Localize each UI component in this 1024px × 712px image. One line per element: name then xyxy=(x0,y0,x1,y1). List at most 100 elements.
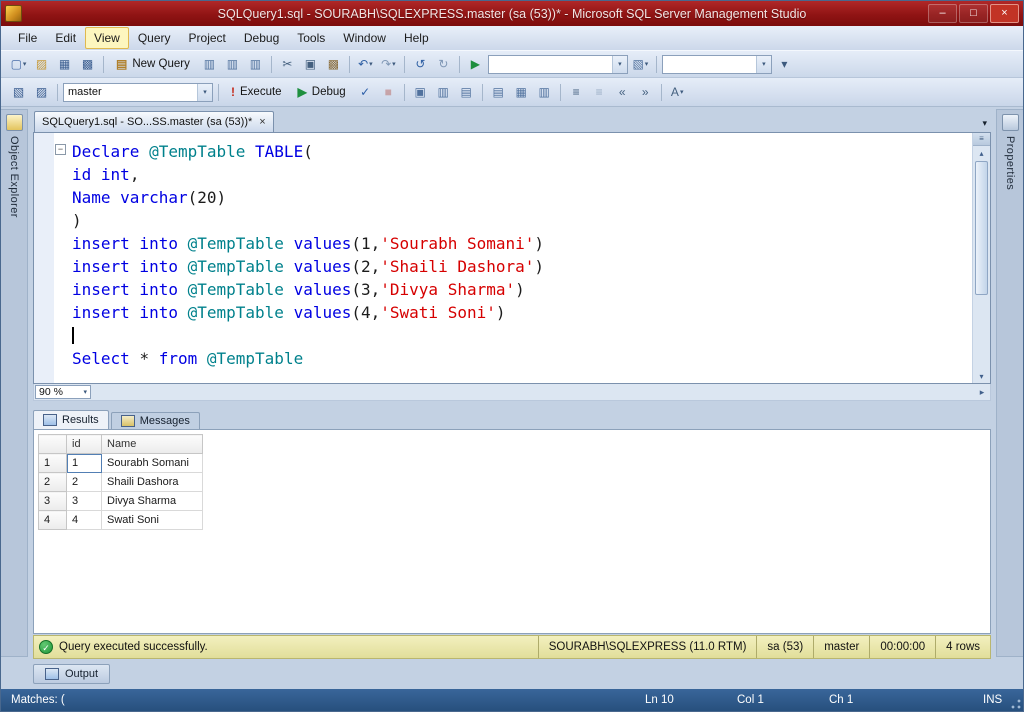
menu-item-project[interactable]: Project xyxy=(180,27,235,49)
new-query-button[interactable]: ▤ New Query xyxy=(109,54,197,75)
registered-servers-icon[interactable]: ▧ ▾ xyxy=(630,54,651,74)
execute-button[interactable]: ! Execute xyxy=(224,82,289,103)
code-line[interactable]: insert into @TempTable values(1,'Sourabh… xyxy=(72,232,972,255)
scrollbar-track[interactable] xyxy=(973,296,990,369)
splitter-handle[interactable]: ≡ xyxy=(973,133,990,146)
grid-cell[interactable]: Shaili Dashora xyxy=(101,472,203,492)
increase-indent-icon[interactable]: » xyxy=(635,82,656,102)
close-button[interactable]: × xyxy=(990,4,1019,23)
template-combo[interactable]: ▾ xyxy=(661,54,772,74)
zoom-select[interactable]: 90 % ▾ xyxy=(35,385,91,399)
undo-icon[interactable]: ↶ ▾ xyxy=(355,54,376,74)
cancel-executing-query-icon[interactable]: ■ xyxy=(378,82,399,102)
code-line[interactable]: insert into @TempTable values(3,'Divya S… xyxy=(72,278,972,301)
menu-item-window[interactable]: Window xyxy=(334,27,395,49)
activity-monitor-icon[interactable]: ▧ xyxy=(8,82,29,102)
menu-item-debug[interactable]: Debug xyxy=(235,27,288,49)
code-line[interactable]: Select * from @TempTable xyxy=(72,347,972,370)
menu-item-help[interactable]: Help xyxy=(395,27,438,49)
compact-query-icon[interactable]: ▥ xyxy=(245,54,266,74)
menu-item-file[interactable]: File xyxy=(9,27,46,49)
scroll-down-icon[interactable]: ▾ xyxy=(973,369,990,383)
analysis-services-query-icon[interactable]: ▥ xyxy=(222,54,243,74)
results-grid[interactable]: id Name 1 1 Sourabh Somani 2 2 Shaili Dashora 3 3… xyxy=(38,434,203,530)
grid-cell[interactable]: 1 xyxy=(66,453,102,473)
active-files-dropdown-icon[interactable]: ▾ xyxy=(982,118,991,132)
code-line[interactable]: Declare @TempTable TABLE( xyxy=(72,140,972,163)
new-file-icon[interactable]: ▢ ▾ xyxy=(8,54,29,74)
grid-cell[interactable]: 3 xyxy=(66,491,102,511)
debug-button[interactable]: ▶ Debug xyxy=(291,82,353,103)
code-line[interactable]: insert into @TempTable values(2,'Shaili … xyxy=(72,255,972,278)
grid-cell[interactable]: 2 xyxy=(66,472,102,492)
properties-tab[interactable]: Properties xyxy=(996,109,1023,657)
minimize-button[interactable]: – xyxy=(928,4,957,23)
cut-icon[interactable]: ✂ xyxy=(277,54,298,74)
menu-item-tools[interactable]: Tools xyxy=(288,27,334,49)
specify-template-values-icon[interactable]: A ▾ xyxy=(667,82,688,102)
open-file-icon[interactable]: ▨ xyxy=(31,54,52,74)
grid-cell[interactable]: Swati Soni xyxy=(101,510,203,530)
grid-cell[interactable]: Sourabh Somani xyxy=(101,453,203,473)
intellisense-icon[interactable]: ▣ xyxy=(410,82,431,102)
results-to-text-icon[interactable]: ▤ xyxy=(488,82,509,102)
editor-vertical-scrollbar[interactable]: ≡ ▴ ▾ xyxy=(972,133,990,383)
grid-row-header[interactable]: 1 xyxy=(38,453,67,473)
scrollbar-thumb[interactable] xyxy=(975,161,988,295)
start-debugging-icon[interactable]: ▶ xyxy=(465,54,486,74)
grid-column-header[interactable]: Name xyxy=(101,434,203,454)
navigate-backward-icon[interactable]: ↺ xyxy=(410,54,431,74)
copy-icon[interactable]: ▣ xyxy=(300,54,321,74)
execute-button-label: Execute xyxy=(240,86,282,98)
chevron-down-icon[interactable]: ▾ xyxy=(755,55,771,73)
chevron-down-icon[interactable]: ▾ xyxy=(611,55,627,73)
grid-column-header[interactable]: id xyxy=(66,434,102,454)
results-to-file-icon[interactable]: ▥ xyxy=(534,82,555,102)
results-to-grid-icon[interactable]: ▦ xyxy=(511,82,532,102)
menu-item-edit[interactable]: Edit xyxy=(46,27,85,49)
scroll-right-icon[interactable]: ▸ xyxy=(974,387,990,398)
parse-icon[interactable]: ✓ xyxy=(355,82,376,102)
tab-messages[interactable]: Messages xyxy=(110,412,200,429)
code-line[interactable]: id int, xyxy=(72,163,972,186)
grid-row-header[interactable]: 4 xyxy=(38,510,67,530)
menu-item-view[interactable]: View xyxy=(85,27,129,49)
decrease-indent-icon[interactable]: « xyxy=(612,82,633,102)
grid-cell[interactable]: 4 xyxy=(66,510,102,530)
grid-row-header[interactable]: 3 xyxy=(38,491,67,511)
close-tab-icon[interactable]: × xyxy=(259,116,265,128)
tab-results[interactable]: Results xyxy=(33,410,109,429)
available-databases-combo[interactable]: master ▾ xyxy=(63,82,213,102)
object-explorer-tab[interactable]: Object Explorer xyxy=(1,109,28,657)
find-combo[interactable]: ▾ xyxy=(487,54,628,74)
code-line[interactable]: insert into @TempTable values(4,'Swati S… xyxy=(72,301,972,324)
resize-grip[interactable] xyxy=(1010,698,1022,710)
database-engine-query-icon[interactable]: ▥ xyxy=(199,54,220,74)
paste-icon[interactable]: ▩ xyxy=(323,54,344,74)
grid-cell[interactable]: Divya Sharma xyxy=(101,491,203,511)
code-line[interactable]: ) xyxy=(72,209,972,232)
menu-item-query[interactable]: Query xyxy=(129,27,180,49)
query-options-icon[interactable]: ▤ xyxy=(456,82,477,102)
redo-icon[interactable]: ↷ ▾ xyxy=(378,54,399,74)
title-bar[interactable]: SQLQuery1.sql - SOURABH\SQLEXPRESS.maste… xyxy=(1,1,1023,26)
scroll-up-icon[interactable]: ▴ xyxy=(973,146,990,160)
code-line[interactable] xyxy=(72,324,972,347)
maximize-button[interactable]: □ xyxy=(959,4,988,23)
comment-lines-icon[interactable]: ≡ xyxy=(566,82,587,102)
document-tab[interactable]: SQLQuery1.sql - SO...SS.master (sa (53))… xyxy=(34,111,274,132)
code-area[interactable]: Declare @TempTable TABLE(id int, Name var… xyxy=(69,133,972,383)
grid-corner-cell[interactable] xyxy=(38,434,67,454)
chevron-down-icon[interactable]: ▾ xyxy=(197,83,212,101)
code-line[interactable]: Name varchar(20) xyxy=(72,186,972,209)
save-icon[interactable]: ▦ xyxy=(54,54,75,74)
uncomment-lines-icon[interactable]: ≡ xyxy=(589,82,610,102)
grid-row-header[interactable]: 2 xyxy=(38,472,67,492)
toolbar-options-icon[interactable]: ▾ xyxy=(774,54,795,74)
save-all-icon[interactable]: ▩ xyxy=(77,54,98,74)
navigate-forward-icon[interactable]: ↻ xyxy=(433,54,454,74)
output-tab[interactable]: Output xyxy=(33,664,111,684)
sqlcmd-mode-icon[interactable]: ▥ xyxy=(433,82,454,102)
collapse-region-icon[interactable]: − xyxy=(55,144,66,155)
change-connection-icon[interactable]: ▨ xyxy=(31,82,52,102)
